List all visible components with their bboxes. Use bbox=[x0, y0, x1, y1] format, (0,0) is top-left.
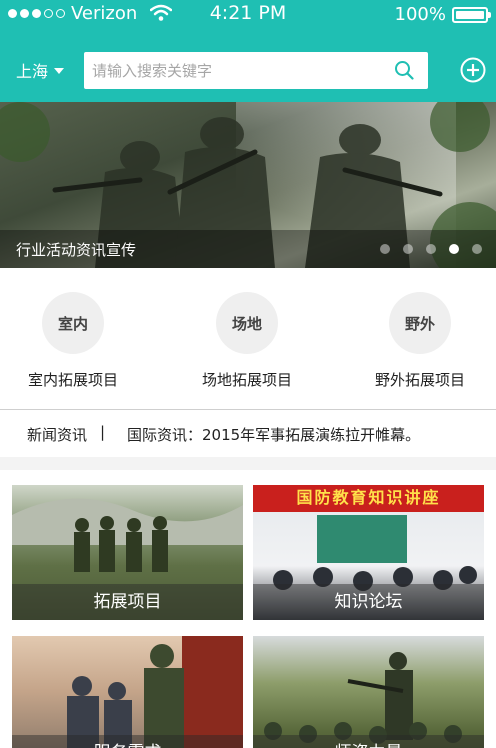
search-input[interactable] bbox=[92, 61, 382, 80]
tile-knowledge-forum[interactable]: 国防教育知识讲座 知识论坛 bbox=[253, 485, 484, 620]
city-selector[interactable]: 上海 bbox=[16, 58, 65, 82]
news-ticker[interactable]: 新闻资讯 | 国际资讯：2015年军事拓展演练拉开帷幕。 bbox=[0, 409, 496, 457]
nav-bar: 上海 bbox=[0, 40, 496, 100]
feature-tiles: 拓展项目 国防教育知识讲座 知识论坛 服务需求 师资力量 bbox=[0, 470, 496, 748]
pager-dot[interactable] bbox=[472, 244, 482, 254]
news-headline[interactable]: 国际资讯：2015年军事拓展演练拉开帷幕。 bbox=[127, 424, 420, 445]
search-icon[interactable] bbox=[394, 60, 414, 80]
category-venue-icon: 场地 bbox=[216, 292, 278, 354]
tile-image bbox=[264, 652, 462, 744]
search-box[interactable] bbox=[84, 52, 428, 89]
category-venue-label: 场地拓展项目 bbox=[201, 371, 292, 389]
tile-label: 服务需求 bbox=[12, 735, 243, 748]
news-separator: | bbox=[100, 423, 106, 441]
banner-caption: 行业活动资讯宣传 bbox=[16, 241, 137, 259]
pager-dot-active[interactable] bbox=[449, 244, 459, 254]
pager-dot[interactable] bbox=[380, 244, 390, 254]
app-header: Verizon 4:21 PM 100% 上海 bbox=[0, 0, 496, 102]
pager-dot[interactable] bbox=[426, 244, 436, 254]
category-outdoor-label: 野外拓展项目 bbox=[374, 371, 465, 389]
battery-status: 100% bbox=[394, 4, 491, 25]
news-tag: 新闻资讯 bbox=[27, 426, 88, 444]
tile-label: 拓展项目 bbox=[12, 584, 243, 620]
chevron-down-icon bbox=[54, 68, 65, 74]
category-venue[interactable]: 场地 场地拓展项目 bbox=[172, 292, 322, 390]
tile-service-demand[interactable]: 服务需求 bbox=[12, 636, 243, 748]
category-indoor-icon: 室内 bbox=[42, 292, 104, 354]
tile-teaching-staff[interactable]: 师资力量 bbox=[253, 636, 484, 748]
add-icon[interactable] bbox=[460, 57, 486, 83]
category-outdoor-icon: 野外 bbox=[389, 292, 451, 354]
category-grid: 室内 室内拓展项目 场地 场地拓展项目 野外 野外拓展项目 bbox=[0, 268, 496, 409]
category-outdoor[interactable]: 野外 野外拓展项目 bbox=[345, 292, 495, 390]
category-indoor-label: 室内拓展项目 bbox=[27, 371, 118, 389]
banner-carousel[interactable]: 行业活动资讯宣传 bbox=[0, 102, 496, 268]
status-bar: Verizon 4:21 PM 100% bbox=[0, 0, 496, 28]
tile-label: 知识论坛 bbox=[253, 584, 484, 620]
battery-icon bbox=[452, 6, 491, 23]
city-label: 上海 bbox=[16, 62, 49, 81]
tile-label: 师资力量 bbox=[253, 735, 484, 748]
category-indoor[interactable]: 室内 室内拓展项目 bbox=[0, 292, 148, 390]
banner-pager bbox=[380, 244, 482, 254]
pager-dot[interactable] bbox=[403, 244, 413, 254]
tile-image bbox=[67, 636, 243, 748]
battery-percent: 100% bbox=[394, 4, 446, 25]
tile-expansion-projects[interactable]: 拓展项目 bbox=[12, 485, 243, 620]
